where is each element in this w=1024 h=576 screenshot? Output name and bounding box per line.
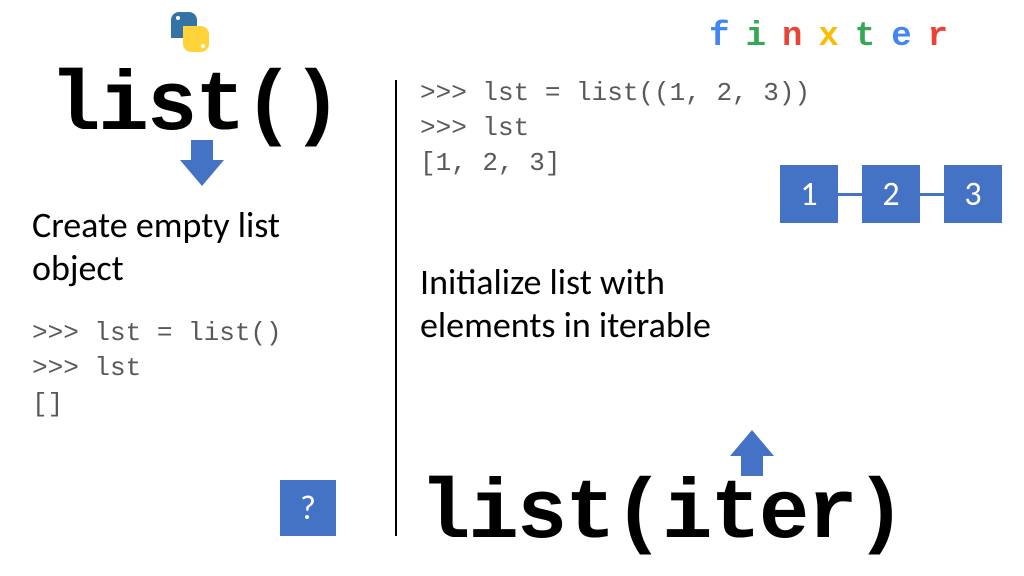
left-code: >>> lst = list() >>> lst [] xyxy=(32,316,400,421)
left-title: list() xyxy=(50,66,400,150)
vertical-divider xyxy=(395,80,397,536)
right-description: Initialize list with elements in iterabl… xyxy=(420,261,1024,347)
arrow-up-icon xyxy=(730,430,774,456)
right-panel: >>> lst = list((1, 2, 3)) >>> lst [1, 2,… xyxy=(400,0,1024,576)
node-link xyxy=(920,193,944,196)
question-box: ? xyxy=(280,480,336,536)
node-1: 1 xyxy=(780,165,838,223)
node-link xyxy=(838,193,862,196)
list-nodes: 1 2 3 xyxy=(780,165,1002,223)
node-2: 2 xyxy=(862,165,920,223)
right-title: list(iter) xyxy=(420,474,904,558)
left-panel: list() Create empty list object >>> lst … xyxy=(0,0,400,576)
left-description: Create empty list object xyxy=(32,204,400,290)
arrow-down-icon xyxy=(180,160,224,186)
node-3: 3 xyxy=(944,165,1002,223)
